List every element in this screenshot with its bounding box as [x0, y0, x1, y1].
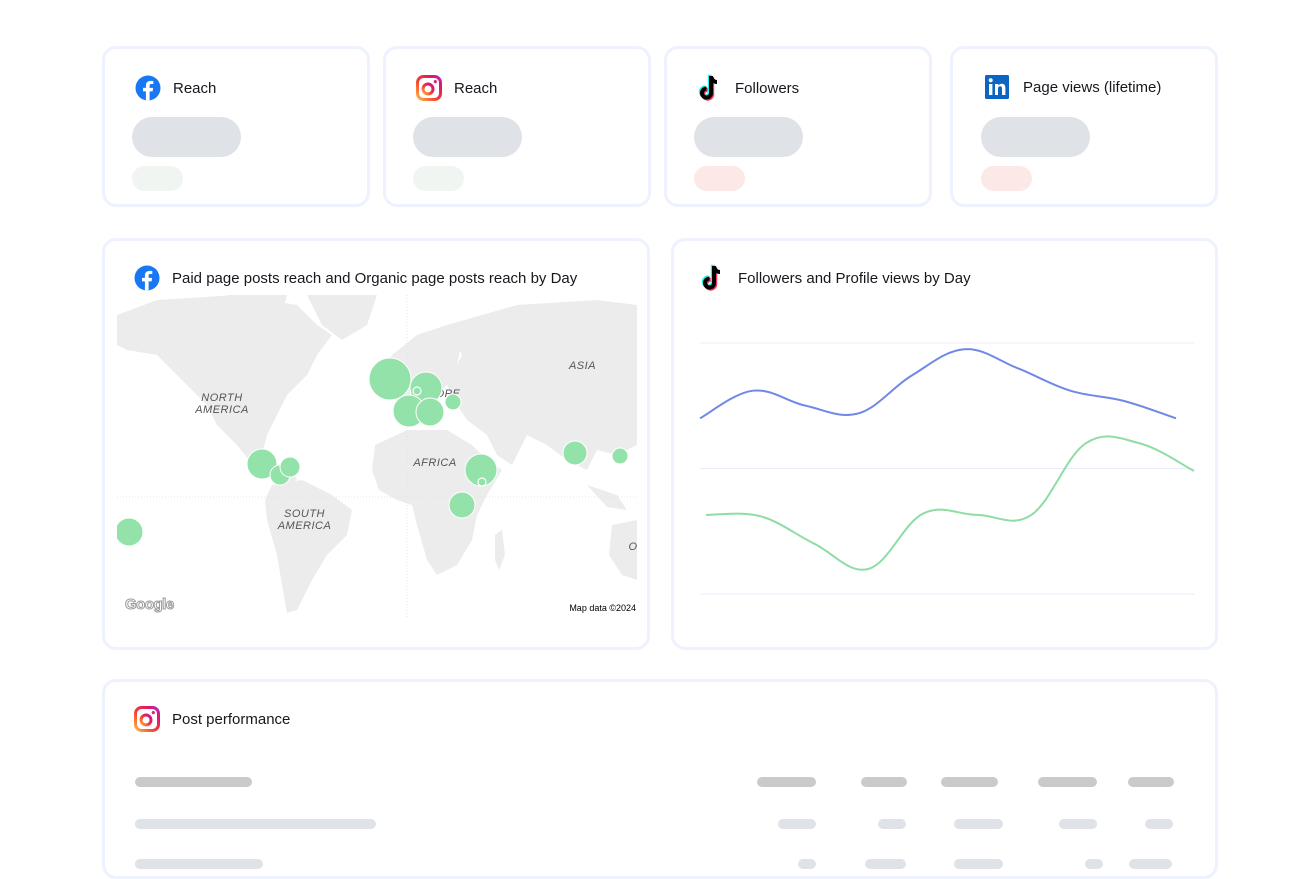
facebook-icon — [135, 75, 161, 101]
map-bubble[interactable] — [448, 491, 476, 519]
kpi-value-skeleton — [413, 117, 522, 157]
cell-skeleton — [1145, 819, 1173, 829]
header-cell-skeleton — [1038, 777, 1097, 787]
line-chart[interactable] — [698, 337, 1198, 607]
geo-map[interactable]: NORTH AMERICA SOUTH AMERICA OPE AFRICA ASI… — [117, 295, 637, 617]
kpi-value-skeleton — [981, 117, 1090, 157]
kpi-title: Reach — [173, 79, 217, 97]
map-bubble[interactable] — [464, 453, 498, 487]
map-bubble[interactable] — [279, 456, 301, 478]
post-performance-title: Post performance — [172, 710, 291, 728]
header-cell-skeleton — [861, 777, 907, 787]
map-bubble[interactable] — [562, 440, 588, 466]
kpi-card-linkedin-page-views[interactable]: Page views (lifetime) — [950, 46, 1218, 207]
kpi-delta-skeleton — [413, 166, 464, 191]
google-logo: Google — [125, 596, 175, 614]
map-bubble[interactable] — [368, 357, 412, 401]
cell-skeleton — [878, 819, 906, 829]
kpi-value-skeleton — [694, 117, 803, 157]
post-performance-card: Post performance — [102, 679, 1218, 879]
kpi-delta-skeleton — [694, 166, 745, 191]
line-card-title: Followers and Profile views by Day — [738, 269, 971, 287]
map-bubble[interactable] — [444, 393, 462, 411]
map-card-title: Paid page posts reach and Organic page p… — [172, 269, 578, 287]
instagram-icon — [416, 75, 442, 101]
kpi-card-tiktok-followers[interactable]: Followers — [664, 46, 932, 207]
kpi-card-facebook-reach[interactable]: Reach — [102, 46, 370, 207]
kpi-delta-skeleton — [132, 166, 183, 191]
series-line-followers[interactable] — [699, 348, 1177, 420]
cell-skeleton — [1059, 819, 1097, 829]
map-bubble[interactable] — [611, 447, 629, 465]
facebook-icon — [134, 265, 160, 291]
kpi-delta-skeleton — [981, 166, 1032, 191]
map-bubbles — [117, 357, 629, 547]
cell-skeleton — [135, 819, 376, 829]
header-cell-skeleton — [941, 777, 998, 787]
cell-skeleton — [778, 819, 816, 829]
kpi-title: Followers — [735, 79, 800, 97]
series-line-profile-views[interactable] — [705, 435, 1195, 571]
kpi-title: Page views (lifetime) — [1023, 78, 1162, 96]
header-cell-skeleton — [135, 777, 252, 787]
kpi-card-instagram-reach[interactable]: Reach — [383, 46, 651, 207]
linkedin-icon — [985, 75, 1009, 99]
tiktok-icon — [700, 262, 726, 294]
map-chart-card: Paid page posts reach and Organic page p… — [102, 238, 650, 650]
cell-skeleton — [954, 819, 1003, 829]
tiktok-icon — [697, 72, 723, 104]
kpi-value-skeleton — [132, 117, 241, 157]
map-bubble[interactable] — [117, 517, 144, 547]
header-cell-skeleton — [1128, 777, 1174, 787]
kpi-title: Reach — [454, 79, 498, 97]
line-chart-card: Followers and Profile views by Day — [671, 238, 1218, 650]
map-bubble[interactable] — [415, 397, 445, 427]
header-cell-skeleton — [757, 777, 816, 787]
instagram-icon — [134, 706, 160, 732]
map-attribution: Map data ©2024 — [568, 603, 637, 613]
